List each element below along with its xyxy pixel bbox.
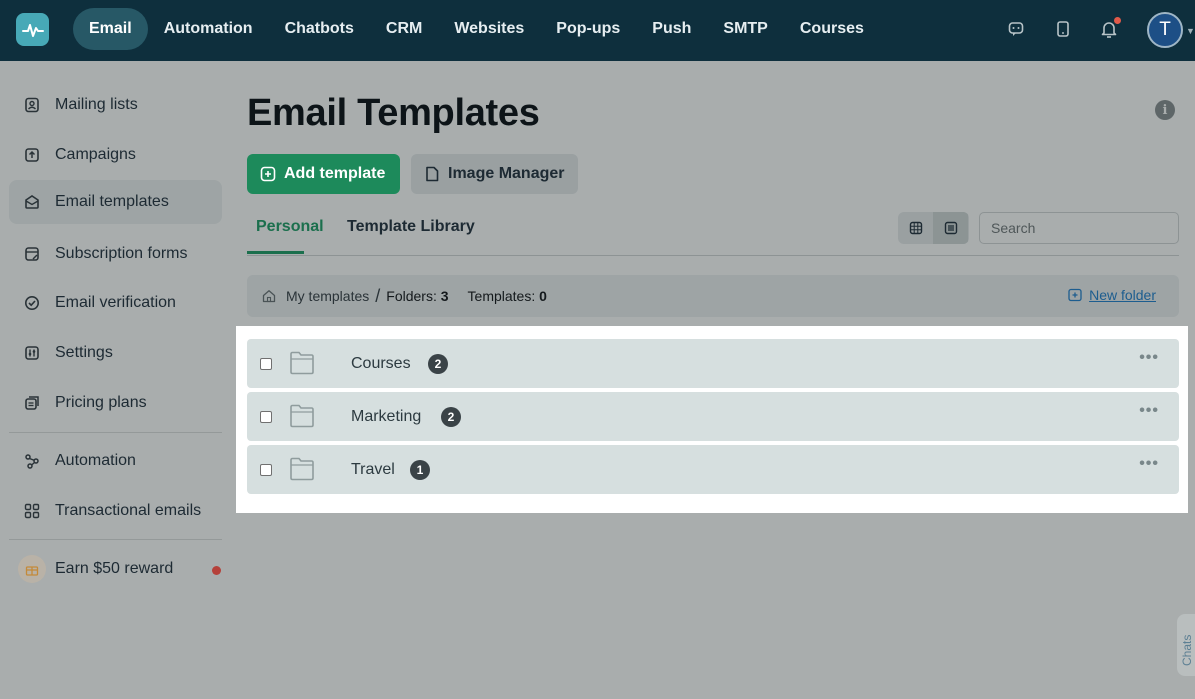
- home-icon[interactable]: [262, 288, 278, 304]
- folder-icon: [290, 457, 314, 481]
- more-options-icon[interactable]: •••: [1139, 455, 1159, 473]
- tab-personal[interactable]: Personal: [247, 212, 324, 254]
- sidebar-item-label: Campaigns: [55, 146, 136, 163]
- nav-websites[interactable]: Websites: [438, 8, 540, 50]
- campaign-icon: [23, 146, 41, 164]
- sidebar-item-campaigns[interactable]: Campaigns: [9, 133, 222, 177]
- template-icon: [23, 193, 41, 211]
- list-view-icon: [944, 221, 957, 235]
- chevron-down-icon[interactable]: ▼: [1186, 26, 1195, 36]
- grid-view-icon: [909, 221, 922, 235]
- sidebar-item-settings[interactable]: Settings: [9, 331, 222, 375]
- folder-name[interactable]: Travel: [351, 461, 395, 479]
- main-nav: Email Automation Chatbots CRM Websites P…: [73, 8, 880, 50]
- gift-icon: [18, 555, 46, 583]
- tab-template-library[interactable]: Template Library: [347, 212, 475, 254]
- settings-icon: [23, 344, 41, 362]
- top-navigation: Email Automation Chatbots CRM Websites P…: [0, 0, 1195, 61]
- more-options-icon[interactable]: •••: [1139, 402, 1159, 420]
- folder-count-badge: 2: [441, 407, 461, 427]
- mobile-icon[interactable]: [1054, 20, 1072, 38]
- folder-row-travel[interactable]: Travel 1 •••: [247, 445, 1179, 494]
- nav-crm[interactable]: CRM: [370, 8, 438, 50]
- grid-view-button[interactable]: [898, 212, 933, 244]
- folder-checkbox[interactable]: [260, 464, 272, 476]
- sidebar-divider: [9, 432, 222, 433]
- folder-name[interactable]: Courses: [351, 355, 411, 373]
- breadcrumb: My templates / Folders: 3 Templates: 0 N…: [247, 275, 1179, 317]
- new-folder-button[interactable]: New folder: [1068, 287, 1156, 303]
- file-icon: [424, 166, 440, 182]
- sidebar-item-email-verification[interactable]: Email verification: [9, 281, 222, 325]
- sidebar-item-label: Email templates: [55, 193, 169, 210]
- folder-icon: [290, 351, 314, 375]
- sidebar-item-earn-reward[interactable]: Earn $50 reward: [9, 547, 222, 591]
- sidebar-item-label: Subscription forms: [55, 245, 188, 262]
- sidebar-item-automation[interactable]: Automation: [9, 439, 222, 483]
- nav-email[interactable]: Email: [73, 8, 148, 50]
- sidebar-item-label: Transactional emails: [55, 502, 202, 519]
- sidebar-item-mailing-lists[interactable]: Mailing lists: [9, 83, 222, 127]
- sidebar-item-label: Settings: [55, 344, 113, 361]
- add-folder-icon: [1068, 288, 1083, 303]
- nav-chatbots[interactable]: Chatbots: [269, 8, 370, 50]
- sidebar: Mailing lists Campaigns Email templates …: [0, 61, 230, 699]
- folder-count-badge: 2: [428, 354, 448, 374]
- folder-icon: [290, 404, 314, 428]
- list-view-button[interactable]: [933, 212, 968, 244]
- folder-name[interactable]: Marketing: [351, 408, 421, 426]
- contacts-icon: [23, 96, 41, 114]
- chats-tab-label: Chats: [1180, 634, 1194, 666]
- page-title: Email Templates: [247, 92, 540, 134]
- breadcrumb-root[interactable]: My templates: [286, 288, 369, 304]
- bell-icon[interactable]: [1100, 17, 1121, 38]
- view-toggle: [898, 212, 969, 244]
- folder-count-badge: 1: [410, 460, 430, 480]
- pricing-icon: [23, 394, 41, 412]
- breadcrumb-separator: /: [375, 285, 381, 306]
- notification-dot: [1114, 17, 1121, 24]
- pulse-icon: [21, 23, 44, 37]
- folder-row-marketing[interactable]: Marketing 2 •••: [247, 392, 1179, 441]
- sidebar-item-label: Pricing plans: [55, 394, 147, 411]
- nav-courses[interactable]: Courses: [784, 8, 880, 50]
- sidebar-item-label: Earn $50 reward: [55, 560, 174, 577]
- automation-icon: [23, 452, 41, 470]
- sidebar-item-transactional-emails[interactable]: Transactional emails: [9, 489, 222, 533]
- nav-popups[interactable]: Pop-ups: [540, 8, 636, 50]
- grid-icon: [23, 502, 41, 520]
- new-folder-label: New folder: [1089, 287, 1156, 303]
- image-manager-button[interactable]: Image Manager: [411, 154, 578, 194]
- nav-push[interactable]: Push: [636, 8, 707, 50]
- chat-icon[interactable]: [1007, 20, 1025, 38]
- sidebar-item-subscription-forms[interactable]: Subscription forms: [9, 232, 222, 276]
- image-manager-label: Image Manager: [448, 165, 565, 182]
- search-input[interactable]: [979, 212, 1179, 244]
- add-icon: [260, 166, 276, 182]
- sidebar-item-email-templates[interactable]: Email templates: [9, 180, 222, 224]
- templates-count: Templates: 0: [467, 288, 547, 304]
- folder-row-courses[interactable]: Courses 2 •••: [247, 339, 1179, 388]
- folders-count: Folders: 3: [386, 288, 449, 304]
- chats-tab[interactable]: Chats: [1177, 614, 1195, 676]
- info-icon[interactable]: i: [1155, 100, 1175, 120]
- form-icon: [23, 245, 41, 263]
- add-template-label: Add template: [284, 165, 386, 182]
- folder-checkbox[interactable]: [260, 358, 272, 370]
- folder-list: Courses 2 ••• Marketing 2 ••• Travel 1 •…: [236, 326, 1188, 513]
- avatar[interactable]: T: [1147, 12, 1183, 48]
- sidebar-item-label: Email verification: [55, 294, 176, 311]
- sidebar-item-label: Mailing lists: [55, 96, 138, 113]
- sidebar-item-label: Automation: [55, 452, 136, 469]
- verify-icon: [23, 294, 41, 312]
- more-options-icon[interactable]: •••: [1139, 349, 1159, 367]
- add-template-button[interactable]: Add template: [247, 154, 400, 194]
- reward-badge-dot: [212, 566, 221, 575]
- folder-checkbox[interactable]: [260, 411, 272, 423]
- sidebar-item-pricing-plans[interactable]: Pricing plans: [9, 381, 222, 425]
- nav-automation[interactable]: Automation: [148, 8, 269, 50]
- nav-smtp[interactable]: SMTP: [707, 8, 783, 50]
- app-logo[interactable]: [16, 13, 49, 46]
- sidebar-divider: [9, 539, 222, 540]
